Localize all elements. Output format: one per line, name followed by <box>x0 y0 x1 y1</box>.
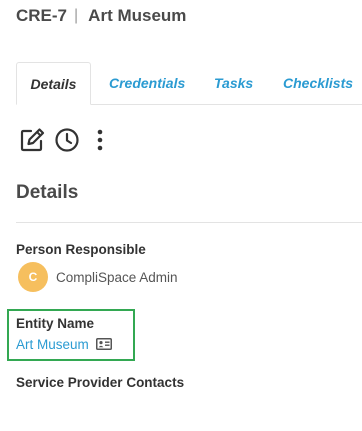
tab-credentials[interactable]: Credentials <box>109 62 185 104</box>
record-id: CRE-7 <box>16 6 68 25</box>
tab-details[interactable]: Details <box>16 62 91 105</box>
edit-icon[interactable] <box>18 126 46 154</box>
section-divider <box>16 222 362 223</box>
entity-name-label: Entity Name <box>16 316 95 331</box>
details-heading: Details <box>16 182 79 203</box>
page-title: Art Museum <box>88 6 187 25</box>
history-icon[interactable] <box>54 126 82 154</box>
contact-card-icon[interactable] <box>95 338 112 350</box>
person-responsible: C CompliSpace Admin <box>18 262 178 292</box>
page-header: CRE-7 | Art Museum <box>16 5 186 27</box>
entity-name-link[interactable]: Art Museum <box>16 337 89 352</box>
more-vertical-icon[interactable] <box>88 126 112 154</box>
title-separator: | <box>74 7 79 24</box>
person-name: CompliSpace Admin <box>56 269 178 285</box>
tab-checklists[interactable]: Checklists <box>283 62 353 104</box>
tabs-bar: Details Credentials Tasks Checklists <box>16 62 362 105</box>
tab-tasks[interactable]: Tasks <box>214 62 253 104</box>
avatar: C <box>18 262 48 292</box>
entity-name-row: Art Museum <box>16 335 112 353</box>
service-provider-contacts-label: Service Provider Contacts <box>16 375 185 390</box>
person-responsible-label: Person Responsible <box>16 242 146 257</box>
